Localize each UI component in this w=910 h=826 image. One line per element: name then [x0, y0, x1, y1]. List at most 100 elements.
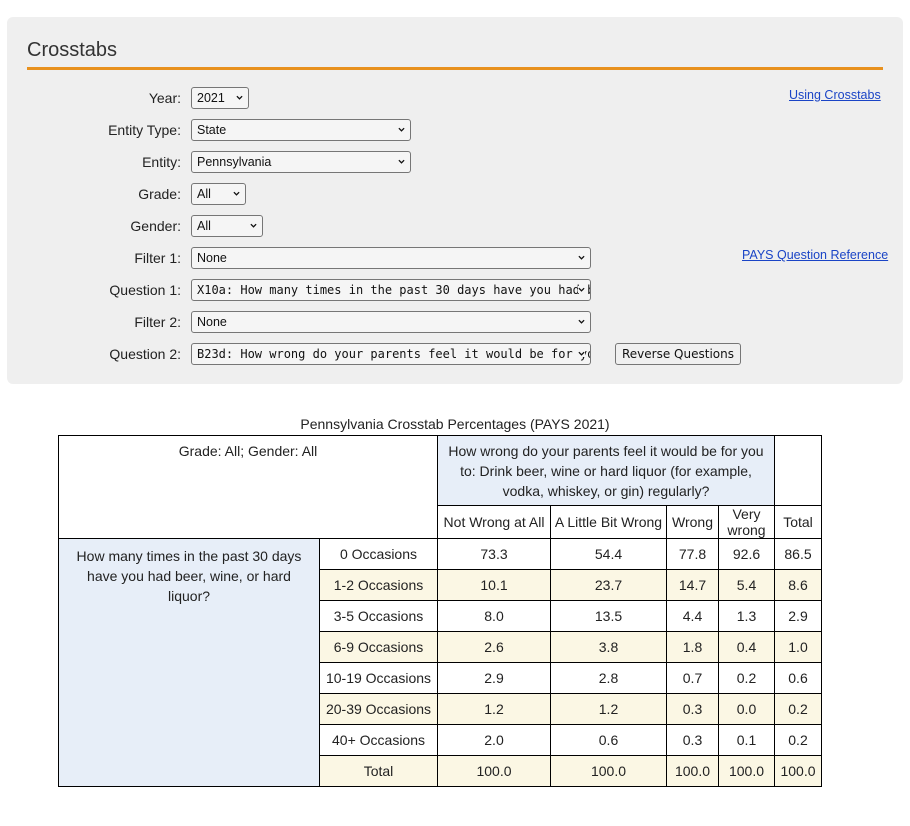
question2-select[interactable]: B23d: How wrong do your parents feel it …	[191, 343, 591, 365]
column-header: Very wrong	[718, 505, 775, 539]
table-cell: 0.2	[718, 662, 775, 694]
question1-label: Question 1:	[109, 282, 181, 298]
grade-label: Grade:	[138, 186, 181, 202]
filter2-label: Filter 2:	[134, 314, 181, 330]
table-cell: 14.7	[666, 569, 719, 601]
table-cell: 92.6	[718, 538, 775, 570]
table-cell: 0.6	[774, 662, 822, 694]
column-question-text: How wrong do your parents feel it would …	[448, 442, 764, 499]
table-cell: 0.4	[718, 631, 775, 663]
using-crosstabs-link[interactable]: Using Crosstabs	[789, 88, 881, 102]
year-row: Year: 2021	[7, 86, 887, 110]
chevron-down-icon	[578, 286, 585, 293]
table-cell: 10.1	[437, 569, 551, 601]
table-cell: 86.5	[774, 538, 822, 570]
year-select-value: 2021	[197, 91, 225, 105]
entity-type-row: Entity Type: State	[7, 118, 887, 142]
chevron-down-icon	[398, 159, 405, 164]
gender-label: Gender:	[130, 218, 181, 234]
table-cell: 1.2	[437, 693, 551, 725]
table-cell: 100.0	[437, 755, 551, 787]
question1-row: Question 1: X10a: How many times in the …	[7, 278, 887, 302]
row-label: 3-5 Occasions	[319, 600, 438, 632]
year-label: Year:	[148, 90, 181, 106]
row-label: 40+ Occasions	[319, 724, 438, 756]
filter-summary: Grade: All; Gender: All	[178, 443, 318, 459]
filter1-select[interactable]: None	[191, 247, 591, 269]
column-header: Total	[774, 505, 822, 539]
table-cell: 2.9	[774, 600, 822, 632]
header-blank-cell	[774, 435, 822, 506]
table-cell: 0.7	[666, 662, 719, 694]
entity-type-label: Entity Type:	[108, 122, 181, 138]
table-cell: 2.6	[437, 631, 551, 663]
gender-select-value: All	[197, 219, 211, 233]
question1-select[interactable]: X10a: How many times in the past 30 days…	[191, 279, 591, 301]
table-cell: 1.0	[774, 631, 822, 663]
filter1-label: Filter 1:	[134, 250, 181, 266]
table-cell: 0.1	[718, 724, 775, 756]
table-cell: 2.0	[437, 724, 551, 756]
table-cell: 0.6	[550, 724, 667, 756]
table-cell: 54.4	[550, 538, 667, 570]
table-cell: 5.4	[718, 569, 775, 601]
entity-row: Entity: Pennsylvania	[7, 150, 887, 174]
entity-type-select-value: State	[197, 123, 227, 137]
question2-row: Question 2: B23d: How wrong do your pare…	[7, 342, 887, 366]
table-cell: 23.7	[550, 569, 667, 601]
row-question-cell: How many times in the past 30 days have …	[58, 538, 320, 787]
table-cell: 77.8	[666, 538, 719, 570]
table-cell: 3.8	[550, 631, 667, 663]
chevron-down-icon	[578, 255, 585, 260]
filter2-row: Filter 2: None	[7, 310, 887, 334]
filter2-select[interactable]: None	[191, 311, 591, 333]
table-cell: 2.8	[550, 662, 667, 694]
entity-select-value: Pennsylvania	[197, 155, 272, 169]
column-header: Wrong	[666, 505, 719, 539]
row-label: 6-9 Occasions	[319, 631, 438, 663]
crosstabs-panel: Crosstabs Year: 2021 Entity Type: State …	[7, 17, 903, 384]
row-label: 10-19 Occasions	[319, 662, 438, 694]
row-label: Total	[319, 755, 438, 787]
grade-select-value: All	[197, 187, 211, 201]
entity-select[interactable]: Pennsylvania	[191, 151, 411, 173]
chevron-down-icon	[398, 127, 405, 132]
row-label: 20-39 Occasions	[319, 693, 438, 725]
table-cell: 100.0	[550, 755, 667, 787]
table-cell: 0.2	[774, 724, 822, 756]
row-label: 0 Occasions	[319, 538, 438, 570]
grade-select[interactable]: All	[191, 183, 246, 205]
entity-type-select[interactable]: State	[191, 119, 411, 141]
grade-row: Grade: All	[7, 182, 887, 206]
table-cell: 0.0	[718, 693, 775, 725]
table-cell: 4.4	[666, 600, 719, 632]
filter-summary-cell: Grade: All; Gender: All	[58, 435, 438, 539]
question-reference-link[interactable]: PAYS Question Reference	[742, 248, 888, 262]
year-select[interactable]: 2021	[191, 87, 249, 109]
table-cell: 100.0	[774, 755, 822, 787]
chevron-down-icon	[233, 191, 240, 196]
chevron-down-icon	[578, 350, 585, 357]
table-cell: 13.5	[550, 600, 667, 632]
gender-row: Gender: All	[7, 214, 887, 238]
table-cell: 0.3	[666, 693, 719, 725]
filter1-select-value: None	[197, 251, 227, 265]
table-cell: 0.3	[666, 724, 719, 756]
page-title: Crosstabs	[27, 39, 118, 61]
table-caption: Pennsylvania Crosstab Percentages (PAYS …	[300, 416, 610, 432]
question2-label: Question 2:	[109, 346, 181, 362]
table-cell: 8.6	[774, 569, 822, 601]
table-cell: 100.0	[718, 755, 775, 787]
table-cell: 8.0	[437, 600, 551, 632]
crosstab-table: Grade: All; Gender: All How wrong do you…	[58, 435, 822, 787]
filter2-select-value: None	[197, 315, 227, 329]
table-cell: 1.3	[718, 600, 775, 632]
title-divider	[27, 67, 883, 70]
table-cell: 0.2	[774, 693, 822, 725]
reverse-questions-button[interactable]: Reverse Questions	[615, 343, 741, 365]
question1-select-value: X10a: How many times in the past 30 days…	[197, 283, 590, 297]
gender-select[interactable]: All	[191, 215, 263, 237]
row-label: 1-2 Occasions	[319, 569, 438, 601]
column-header: A Little Bit Wrong	[550, 505, 667, 539]
column-question-header: How wrong do your parents feel it would …	[437, 435, 775, 506]
